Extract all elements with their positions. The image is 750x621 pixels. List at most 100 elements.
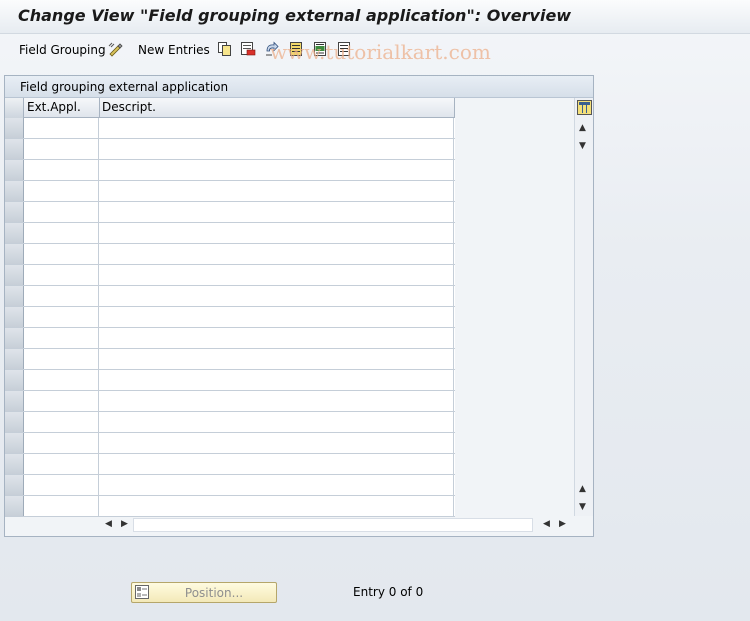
scroll-page-up-arrow-icon[interactable]: ▲ (579, 484, 586, 494)
cell-ext-appl[interactable] (24, 370, 99, 390)
cell-descript[interactable] (99, 139, 454, 159)
table-row[interactable] (5, 202, 455, 223)
table-row[interactable] (5, 349, 455, 370)
field-grouping-button[interactable]: Field Grouping (19, 43, 106, 57)
cell-descript[interactable] (99, 433, 454, 453)
cell-ext-appl[interactable] (24, 328, 99, 348)
cell-descript[interactable] (99, 328, 454, 348)
column-configuration-icon[interactable] (577, 100, 592, 115)
table-row[interactable] (5, 265, 455, 286)
row-selector[interactable] (5, 349, 24, 369)
table-row[interactable] (5, 181, 455, 202)
cell-descript[interactable] (99, 391, 454, 411)
cell-descript[interactable] (99, 412, 454, 432)
scroll-up-arrow-icon[interactable]: ▲ (579, 123, 586, 133)
table-row[interactable] (5, 223, 455, 244)
cell-ext-appl[interactable] (24, 160, 99, 180)
row-selector[interactable] (5, 181, 24, 201)
cell-descript[interactable] (99, 202, 454, 222)
table-row[interactable] (5, 118, 455, 139)
table-row[interactable] (5, 475, 455, 496)
row-selector[interactable] (5, 118, 24, 138)
cell-descript[interactable] (99, 160, 454, 180)
scroll-right-end-arrow-icon[interactable]: ▶ (559, 519, 566, 529)
cell-ext-appl[interactable] (24, 433, 99, 453)
table-row[interactable] (5, 307, 455, 328)
table-row[interactable] (5, 391, 455, 412)
scroll-left-arrow-icon[interactable]: ◀ (105, 519, 112, 529)
scroll-down-arrow-icon[interactable]: ▼ (579, 141, 586, 151)
row-selector[interactable] (5, 139, 24, 159)
table-title: Field grouping external application (20, 80, 229, 94)
table-row[interactable] (5, 412, 455, 433)
row-selector[interactable] (5, 496, 24, 516)
cell-ext-appl[interactable] (24, 349, 99, 369)
table-row[interactable] (5, 328, 455, 349)
row-selector[interactable] (5, 202, 24, 222)
cell-descript[interactable] (99, 265, 454, 285)
cell-ext-appl[interactable] (24, 286, 99, 306)
cell-descript[interactable] (99, 370, 454, 390)
cell-descript[interactable] (99, 244, 454, 264)
row-selector[interactable] (5, 265, 24, 285)
cell-descript[interactable] (99, 475, 454, 495)
cell-ext-appl[interactable] (24, 202, 99, 222)
cell-ext-appl[interactable] (24, 475, 99, 495)
row-selector[interactable] (5, 307, 24, 327)
row-selector[interactable] (5, 160, 24, 180)
copy-icon[interactable] (217, 41, 233, 57)
column-header-ext-appl[interactable]: Ext.Appl. (27, 100, 81, 114)
table-row[interactable] (5, 244, 455, 265)
scroll-page-down-arrow-icon[interactable]: ▼ (579, 502, 586, 512)
new-entries-button[interactable]: New Entries (138, 43, 210, 57)
table-row[interactable] (5, 433, 455, 454)
row-selector[interactable] (5, 412, 24, 432)
row-selector[interactable] (5, 433, 24, 453)
cell-descript[interactable] (99, 181, 454, 201)
cell-ext-appl[interactable] (24, 223, 99, 243)
cell-ext-appl[interactable] (24, 265, 99, 285)
table-row[interactable] (5, 454, 455, 475)
row-selector[interactable] (5, 244, 24, 264)
scroll-right-arrow-icon[interactable]: ▶ (121, 519, 128, 529)
entry-counter: Entry 0 of 0 (353, 585, 424, 599)
row-selector[interactable] (5, 328, 24, 348)
cell-descript[interactable] (99, 307, 454, 327)
delete-icon[interactable] (240, 41, 256, 57)
cell-descript[interactable] (99, 454, 454, 474)
horizontal-scroll-track[interactable] (133, 518, 533, 532)
cell-descript[interactable] (99, 118, 454, 138)
select-all-rows-corner[interactable] (5, 98, 24, 118)
cell-descript[interactable] (99, 496, 454, 516)
cell-ext-appl[interactable] (24, 412, 99, 432)
table-row[interactable] (5, 496, 455, 517)
cell-ext-appl[interactable] (24, 118, 99, 138)
cell-ext-appl[interactable] (24, 139, 99, 159)
horizontal-scrollbar[interactable]: ◀ ▶ ◀ ▶ (97, 516, 573, 534)
scroll-left-end-arrow-icon[interactable]: ◀ (543, 519, 550, 529)
cell-ext-appl[interactable] (24, 496, 99, 516)
row-selector[interactable] (5, 391, 24, 411)
row-selector[interactable] (5, 475, 24, 495)
cell-descript[interactable] (99, 286, 454, 306)
row-selector[interactable] (5, 454, 24, 474)
column-header-descript[interactable]: Descript. (102, 100, 156, 114)
edit-glasses-icon[interactable] (108, 41, 124, 57)
vertical-scrollbar[interactable]: ▲ ▼ ▲ ▼ (574, 98, 593, 516)
cell-ext-appl[interactable] (24, 391, 99, 411)
cell-ext-appl[interactable] (24, 181, 99, 201)
cell-ext-appl[interactable] (24, 244, 99, 264)
table-row[interactable] (5, 160, 455, 181)
cell-ext-appl[interactable] (24, 454, 99, 474)
cell-descript[interactable] (99, 223, 454, 243)
cell-ext-appl[interactable] (24, 307, 99, 327)
row-selector[interactable] (5, 370, 24, 390)
cell-descript[interactable] (99, 349, 454, 369)
table-row[interactable] (5, 139, 455, 160)
table-control: Field grouping external application Ext.… (4, 75, 594, 537)
position-button[interactable]: Position... (131, 582, 277, 603)
row-selector[interactable] (5, 286, 24, 306)
table-row[interactable] (5, 286, 455, 307)
table-row[interactable] (5, 370, 455, 391)
row-selector[interactable] (5, 223, 24, 243)
